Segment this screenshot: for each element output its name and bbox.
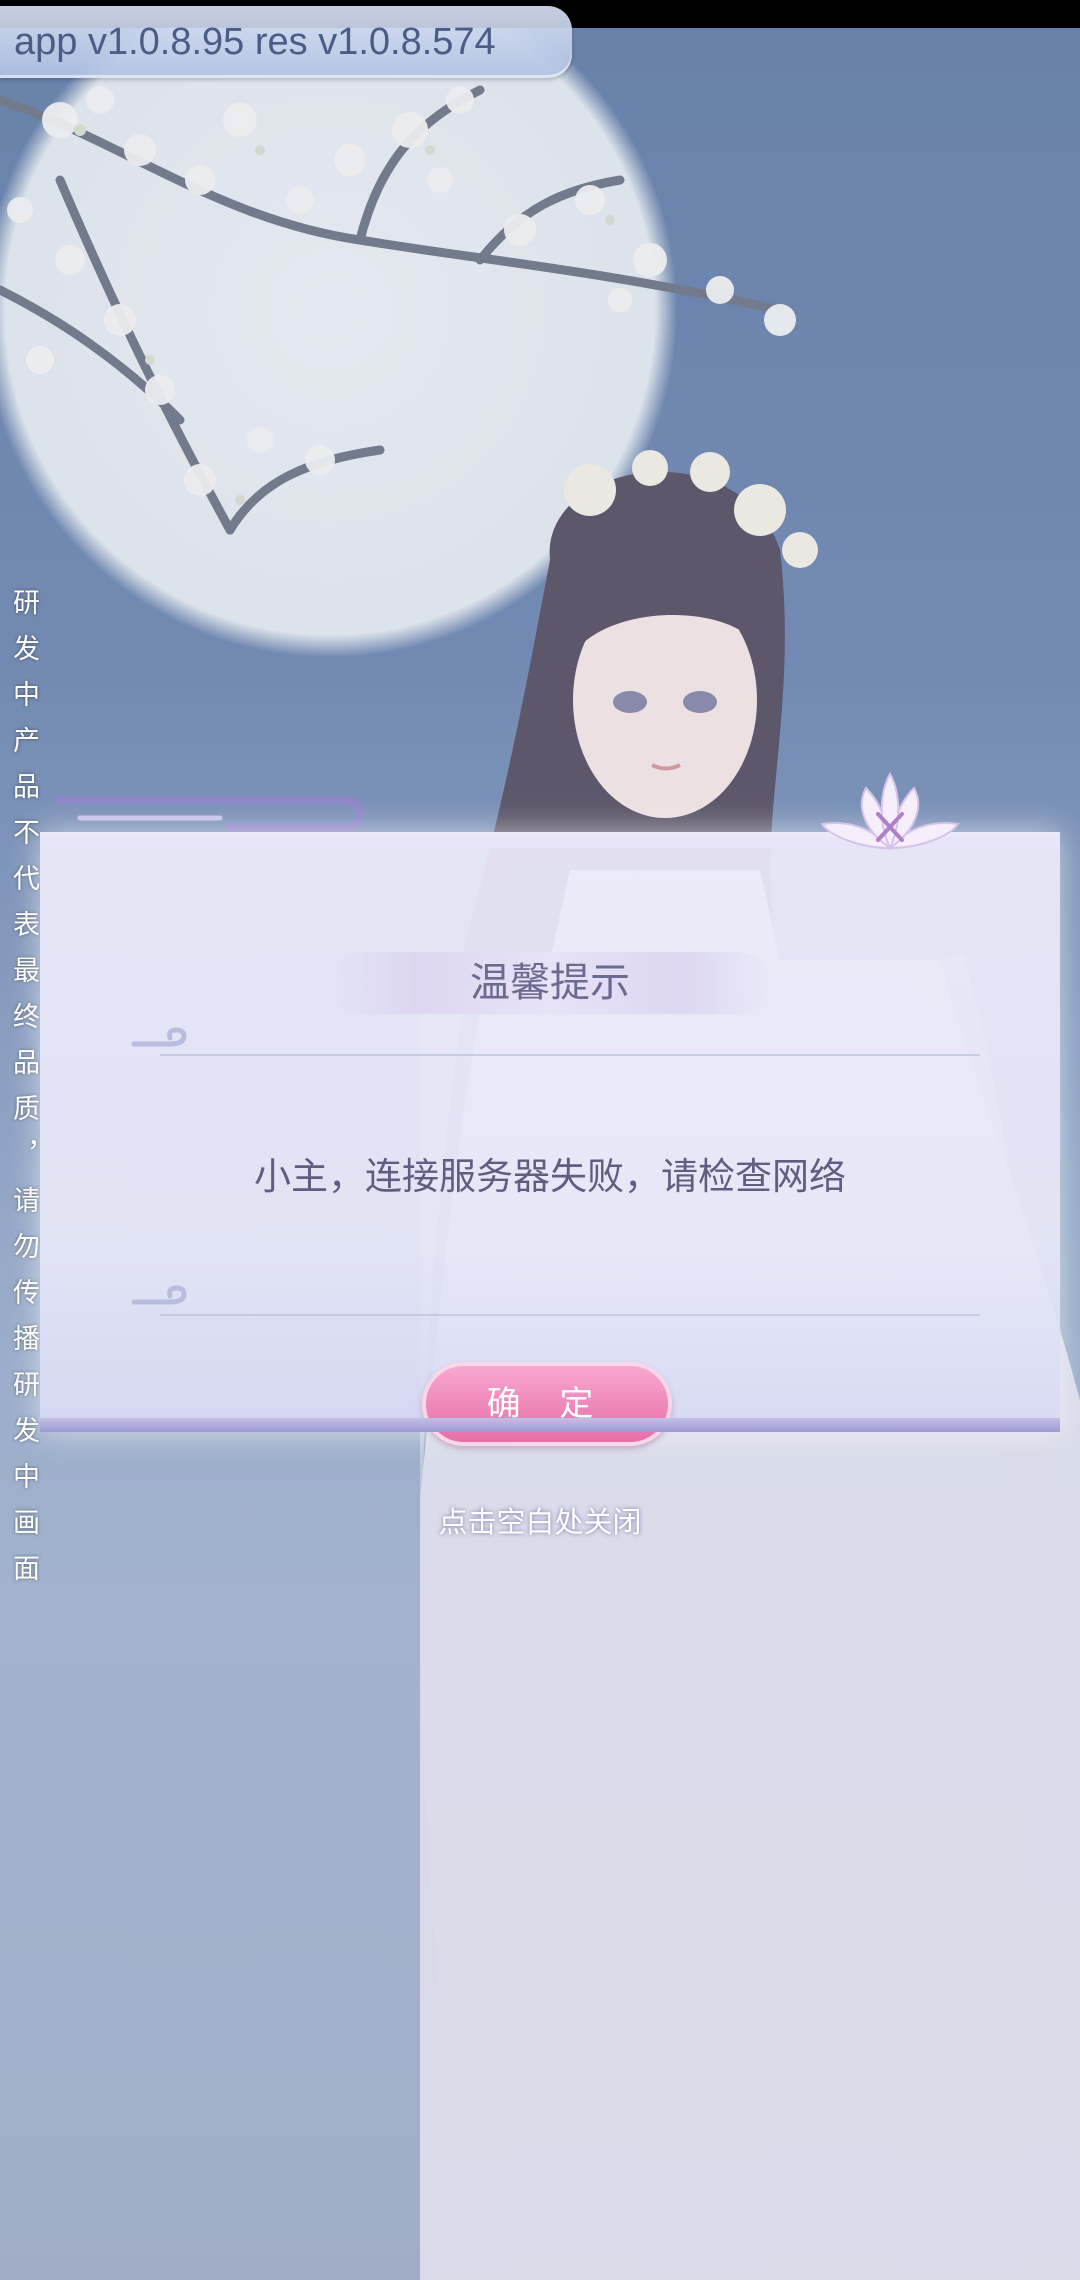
cloud-ornament <box>131 1027 187 1047</box>
lotus-close-icon[interactable] <box>820 770 960 856</box>
divider <box>160 1314 980 1316</box>
dialog-message: 小主，连接服务器失败，请检查网络 <box>254 1155 846 1198</box>
dialog-title: 温馨提示 <box>470 960 630 1006</box>
dialog-bottom-edge <box>40 1418 1060 1432</box>
notice-dialog: 温馨提示 小主，连接服务器失败，请检查网络 确 定 <box>40 770 1060 1470</box>
version-bar: app v1.0.8.95 res v1.0.8.574 <box>0 6 572 78</box>
version-label: app v1.0.8.95 res v1.0.8.574 <box>14 20 496 63</box>
cloud-ornament <box>131 1285 187 1305</box>
tap-blank-to-close-hint: 点击空白处关闭 <box>438 1505 642 1539</box>
divider <box>160 1054 980 1056</box>
dialog-panel: 温馨提示 小主，连接服务器失败，请检查网络 确 定 <box>40 832 1060 1446</box>
confirm-button[interactable]: 确 定 <box>422 1362 672 1446</box>
